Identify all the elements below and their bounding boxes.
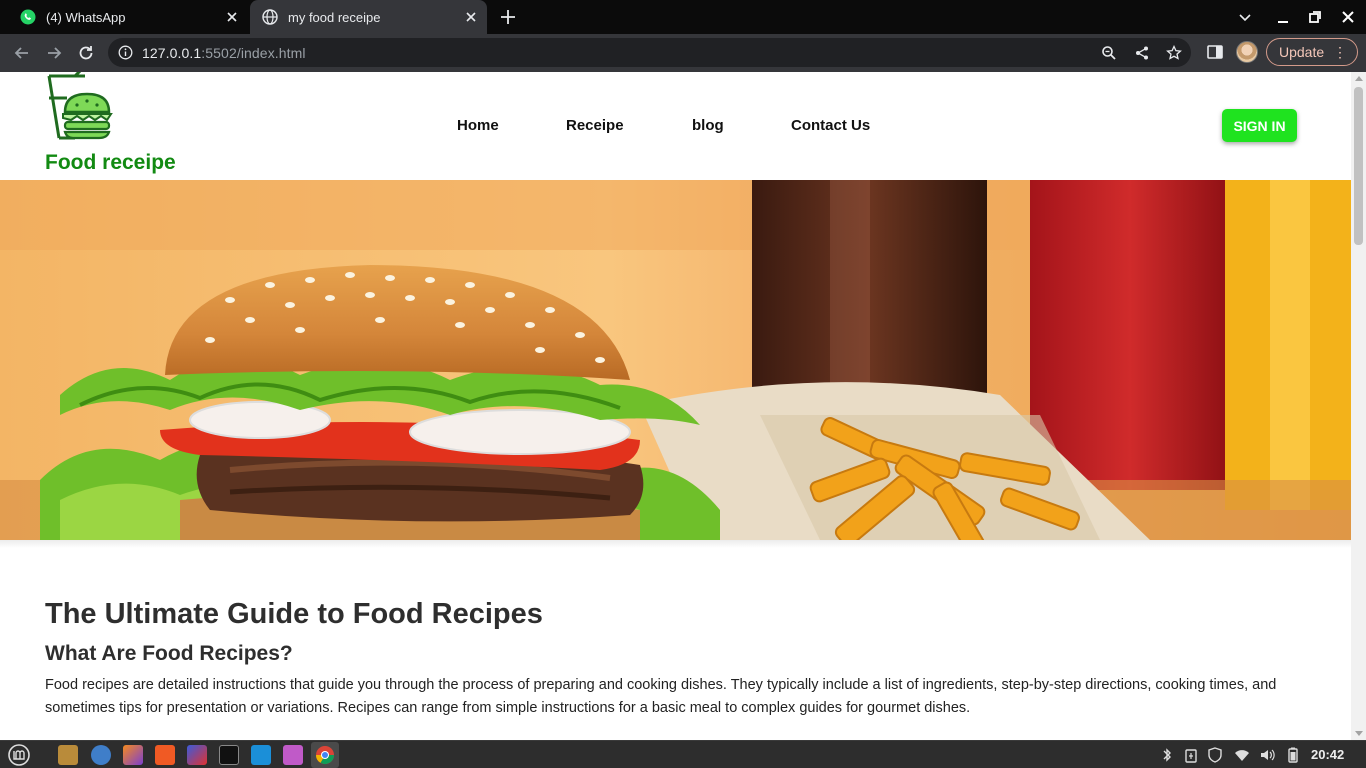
address-bar[interactable]: 127.0.0.1:5502/index.html: [108, 38, 1191, 67]
mint-menu-icon[interactable]: [8, 744, 30, 766]
nav-contact-us[interactable]: Contact Us: [791, 117, 870, 134]
network-app-icon[interactable]: [91, 745, 111, 765]
tab-food-receipe[interactable]: my food receipe: [250, 0, 487, 34]
tab-title: (4) WhatsApp: [46, 9, 126, 25]
page-scrollbar[interactable]: [1351, 72, 1366, 740]
hero-divider: [0, 540, 1351, 548]
tab-strip: (4) WhatsApp my food receipe: [0, 0, 1366, 34]
side-panel-icon[interactable]: [1206, 43, 1224, 61]
zoom-icon[interactable]: [1101, 45, 1117, 61]
clock[interactable]: 20:42: [1311, 747, 1344, 762]
tab-search-icon[interactable]: [1237, 9, 1253, 25]
page-viewport: Food receipe Home Receipe blog Contact U…: [0, 72, 1351, 740]
scrollbar-thumb[interactable]: [1354, 87, 1363, 245]
nav-receipe[interactable]: Receipe: [566, 117, 624, 134]
url-host: 127.0.0.1: [142, 45, 202, 61]
vscode-icon[interactable]: [251, 745, 271, 765]
url-path: :5502/index.html: [201, 45, 306, 61]
brave-icon[interactable]: [155, 745, 175, 765]
globe-icon: [262, 9, 278, 25]
update-button[interactable]: Update ⋮: [1266, 38, 1358, 66]
new-tab-icon[interactable]: [499, 8, 517, 26]
bluetooth-icon[interactable]: [1159, 747, 1175, 763]
sign-in-button[interactable]: SIGN IN: [1222, 109, 1297, 142]
close-window-icon[interactable]: [1340, 9, 1356, 25]
bookmark-star-icon[interactable]: [1166, 45, 1182, 61]
intro-paragraph: Food recipes are detailed instructions t…: [45, 677, 1277, 716]
menu-dots-icon[interactable]: ⋮: [1333, 45, 1347, 59]
tab-title: my food receipe: [288, 9, 381, 25]
scroll-down-icon[interactable]: [1355, 731, 1363, 736]
browser-toolbar: 127.0.0.1:5502/index.html: [0, 34, 1366, 72]
wifi-icon[interactable]: [1234, 747, 1250, 763]
whatsapp-icon: [20, 9, 36, 25]
page-title: The Ultimate Guide to Food Recipes: [45, 598, 543, 630]
battery-icon[interactable]: [1285, 747, 1301, 763]
tab-whatsapp[interactable]: (4) WhatsApp: [8, 0, 248, 34]
file-manager-app-icon[interactable]: [58, 745, 78, 765]
nav-home[interactable]: Home: [457, 117, 499, 134]
minimize-icon[interactable]: [1275, 9, 1291, 25]
section-heading: What Are Food Recipes?: [45, 642, 293, 665]
close-tab-icon[interactable]: [463, 9, 479, 25]
terminal-icon[interactable]: [219, 745, 239, 765]
intellij-icon[interactable]: [187, 745, 207, 765]
url-text: 127.0.0.1:5502/index.html: [142, 45, 306, 61]
volume-icon[interactable]: [1259, 747, 1275, 763]
share-icon[interactable]: [1134, 45, 1150, 61]
scroll-up-icon[interactable]: [1355, 76, 1363, 81]
close-tab-icon[interactable]: [224, 9, 240, 25]
shield-icon[interactable]: [1207, 747, 1223, 763]
chrome-active-slot[interactable]: [311, 742, 339, 768]
os-taskbar: 20:42: [0, 740, 1366, 768]
maximize-icon[interactable]: [1307, 9, 1323, 25]
folder-icon[interactable]: [283, 745, 303, 765]
back-icon[interactable]: [12, 43, 32, 63]
forward-icon[interactable]: [44, 43, 64, 63]
chrome-icon: [316, 746, 334, 765]
food-logo-icon[interactable]: [45, 72, 113, 140]
clipboard-icon[interactable]: [1183, 747, 1199, 763]
site-info-icon[interactable]: [118, 45, 133, 60]
update-label: Update: [1279, 44, 1325, 60]
nav-blog[interactable]: blog: [692, 117, 724, 134]
reload-icon[interactable]: [76, 43, 96, 63]
hero-burger-image: [0, 180, 1351, 540]
profile-avatar[interactable]: [1236, 41, 1258, 63]
site-name[interactable]: Food receipe: [45, 151, 176, 175]
firefox-icon[interactable]: [123, 745, 143, 765]
